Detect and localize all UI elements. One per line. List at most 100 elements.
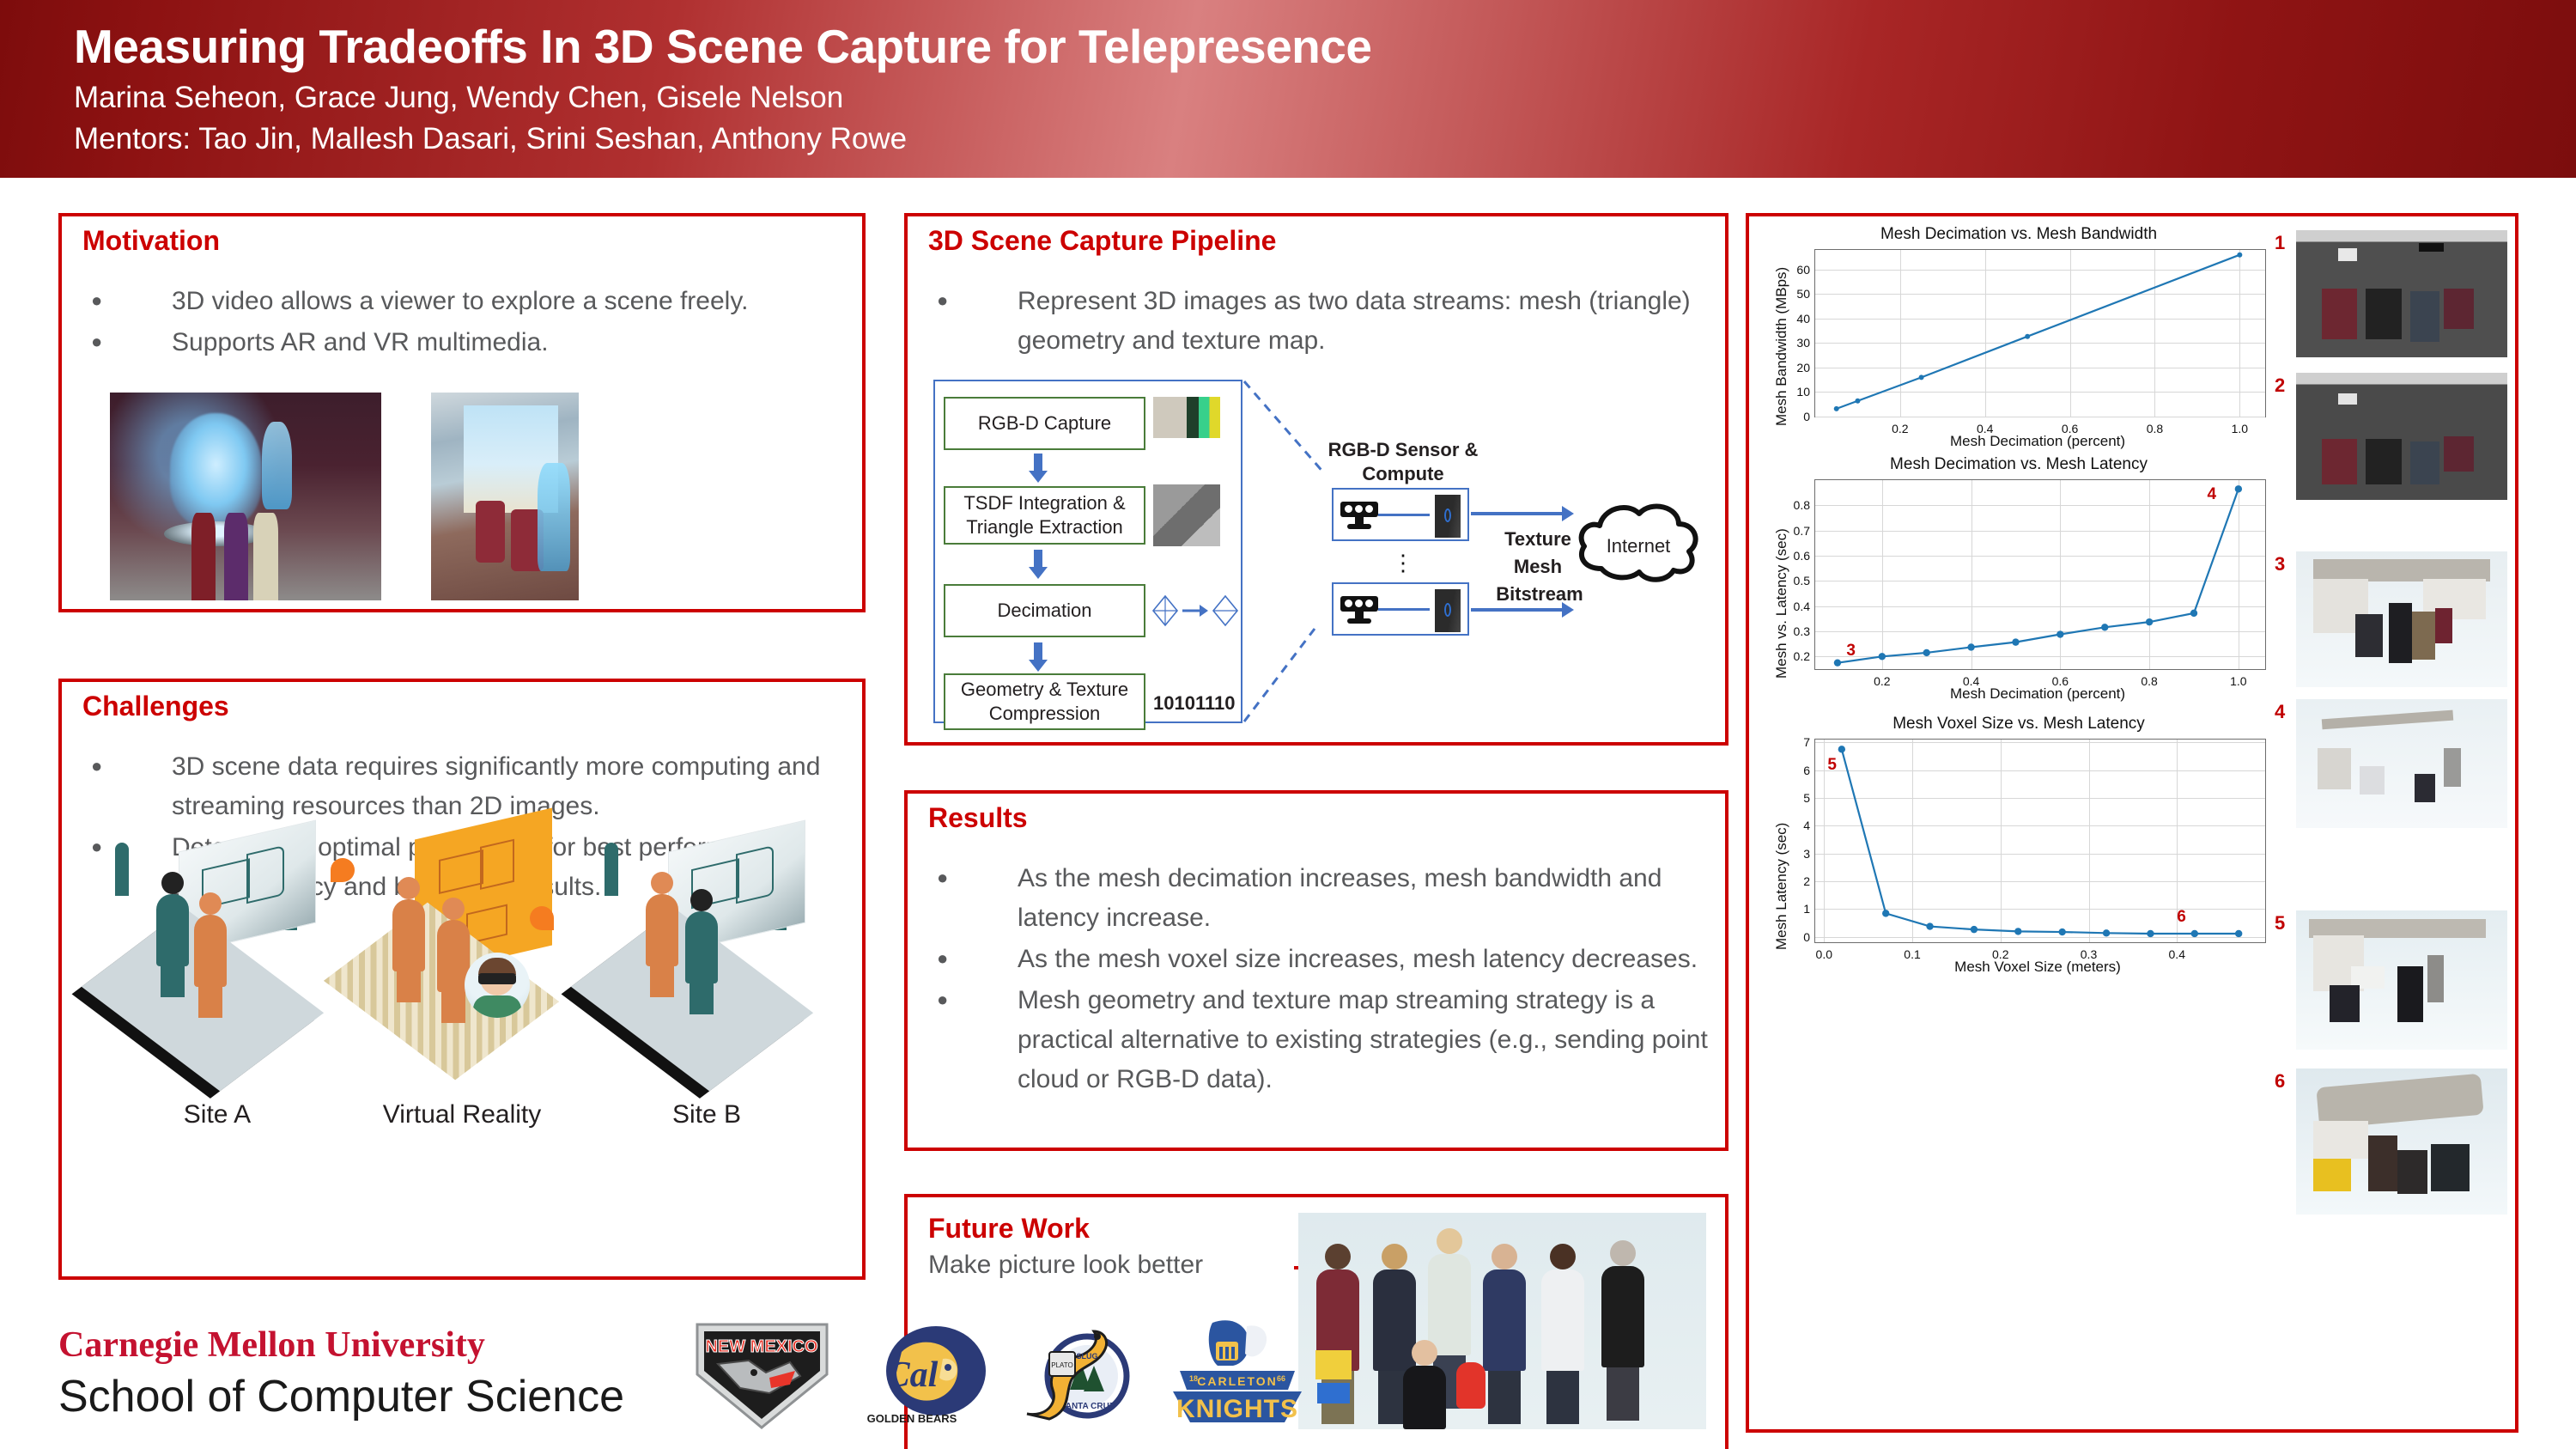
- screen-outline: [736, 845, 774, 904]
- poster-root: Measuring Tradeoffs In 3D Scene Capture …: [0, 0, 2576, 1449]
- y-axis-tick-label: 0.6: [1793, 549, 1810, 563]
- cmu-university-name: Carnegie Mellon University: [58, 1325, 485, 1365]
- prop-parrot: [1456, 1362, 1485, 1409]
- person-head: [398, 877, 420, 899]
- y-axis-tick-label: 3: [1803, 846, 1810, 861]
- mentor-list: Mentors: Tao Jin, Mallesh Dasari, Srini …: [74, 122, 908, 155]
- mesh-screenshot-1: [2296, 230, 2507, 357]
- uc-santa-cruz-banana-slugs-logo: SANTA CRUZ PLATO SLUG: [1012, 1318, 1149, 1433]
- mesh-screenshot-5: [2296, 910, 2507, 1050]
- chart-ylabel: Mesh Bandwidth (MBps): [1773, 266, 1789, 426]
- screenshot-number: 6: [2275, 1070, 2286, 1092]
- chart-title: Mesh Decimation vs. Mesh Bandwidth: [1880, 225, 2158, 243]
- pipeline-bullet-list: Represent 3D images as two data streams:…: [928, 281, 1710, 362]
- future-work-text: Make picture look better: [928, 1251, 1204, 1279]
- hologram-projector-base: [164, 521, 268, 547]
- carleton-knights-logo: CARLETON 18 66 KNIGHTS: [1164, 1314, 1310, 1433]
- svg-text:Cal: Cal: [886, 1355, 939, 1395]
- virtual-reality-illustration: Virtual Reality: [323, 807, 578, 1129]
- motivation-bullet-list: 3D video allows a viewer to explore a sc…: [82, 281, 847, 364]
- person-head: [690, 889, 713, 911]
- hologram-figure-large: [169, 413, 262, 528]
- svg-text:SANTA CRUZ: SANTA CRUZ: [1060, 1402, 1115, 1411]
- telepresence-diagram: Site A Virtual Reality Site B: [81, 807, 823, 1184]
- person-body: [194, 915, 227, 987]
- results-bullet-list: As the mesh decimation increases, mesh b…: [928, 858, 1710, 1101]
- chart-xlabel: Mesh Decimation (percent): [1949, 433, 2126, 449]
- person-teal: [683, 889, 720, 1014]
- y-axis-tick-label: 0: [1803, 410, 1810, 423]
- internet-label: Internet: [1606, 535, 1671, 557]
- list-item: 3D scene data requires significantly mor…: [82, 746, 847, 826]
- virtual-reality-label: Virtual Reality: [382, 1100, 542, 1129]
- page-title: Measuring Tradeoffs In 3D Scene Capture …: [74, 20, 1372, 73]
- person-teal: [155, 872, 191, 997]
- person-head: [442, 898, 465, 920]
- y-axis-tick-label: 6: [1803, 763, 1810, 777]
- vr-headset-avatar: [465, 953, 530, 1018]
- chart-annotation: 3: [1846, 642, 1856, 660]
- site-b-label: Site B: [671, 1100, 742, 1129]
- person-legs: [650, 966, 674, 997]
- mesh-screenshot-2: [2296, 373, 2507, 500]
- team-photo: [1298, 1213, 1706, 1429]
- y-axis-tick-label: 0.3: [1793, 624, 1810, 638]
- chart-ylabel: Mesh vs. Latency (sec): [1773, 528, 1789, 679]
- y-axis-tick-label: 50: [1796, 287, 1810, 301]
- person-legs: [690, 983, 714, 1014]
- y-axis-tick-label: 0.4: [1793, 599, 1810, 613]
- sensor-node-2: [1332, 582, 1469, 636]
- plot-area: 0 10 20 30 40 50 60 0.2 0.4 0.6 0.8 1.0: [1796, 249, 2266, 435]
- screen-outline: [246, 845, 284, 904]
- site-a-illustration: Site A: [81, 819, 333, 1129]
- person-legs: [198, 987, 222, 1018]
- chart-xlabel: Mesh Decimation (percent): [1949, 685, 2126, 702]
- svg-text:KNIGHTS: KNIGHTS: [1176, 1395, 1298, 1423]
- compute-server-icon: [1435, 495, 1461, 538]
- motivation-figure-group: [110, 393, 579, 600]
- mesh-screenshot-6: [2296, 1068, 2507, 1215]
- cmu-wordmark: Carnegie Mellon University School of Com…: [58, 1324, 624, 1422]
- compute-server-icon: [1435, 589, 1461, 632]
- hologram-chamber-image: [431, 393, 579, 600]
- person-body: [685, 911, 718, 983]
- pipeline-step-decimation: Decimation: [944, 584, 1145, 637]
- series-line: [1833, 485, 2243, 667]
- screenshot-number: 2: [2275, 374, 2286, 396]
- results-panel: Results As the mesh decimation increases…: [904, 790, 1728, 1151]
- chart-xlabel: Mesh Voxel Size (meters): [1954, 959, 2121, 975]
- y-axis-tick-label: 0.8: [1793, 498, 1810, 513]
- list-item: Supports AR and VR multimedia.: [82, 322, 847, 362]
- motivation-title: Motivation: [82, 225, 220, 256]
- y-axis-tick-label: 30: [1796, 336, 1810, 350]
- y-axis-tick-label: 1: [1803, 902, 1810, 916]
- person-body: [156, 894, 189, 966]
- pipeline-panel: 3D Scene Capture Pipeline Represent 3D i…: [904, 213, 1728, 746]
- tsdf-mesh-thumbnail: [1153, 484, 1220, 546]
- sensor-compute-label: RGB-D Sensor & Compute: [1327, 439, 1479, 484]
- svg-text:CARLETON: CARLETON: [1197, 1374, 1278, 1388]
- person-silhouette: [191, 513, 216, 600]
- screen-outline: [439, 849, 483, 895]
- y-axis-tick-label: 0.2: [1793, 649, 1810, 664]
- screenshot-number: 3: [2275, 553, 2286, 575]
- hologram-meeting-image: [110, 393, 381, 600]
- screenshot-number: 4: [2275, 701, 2286, 722]
- ellipsis-icon: ⋮: [1392, 550, 1416, 575]
- pipeline-title: 3D Scene Capture Pipeline: [928, 225, 1277, 256]
- svg-text:SLUG: SLUG: [1076, 1352, 1097, 1361]
- chart-mesh-decimation-bandwidth: Mesh Decimation vs. Mesh Bandwidth Mesh …: [1761, 225, 2276, 449]
- challenges-panel: Challenges 3D scene data requires signif…: [58, 679, 866, 1280]
- person-legs: [441, 992, 465, 1023]
- camera-pole-icon: [605, 843, 618, 896]
- cal-golden-bears-logo: Cal GOLDEN BEARS: [850, 1321, 992, 1433]
- y-axis-tick-label: 10: [1796, 385, 1810, 399]
- hologram-figure-small: [261, 421, 292, 509]
- person-orange: [435, 898, 471, 1023]
- results-title: Results: [928, 802, 1028, 833]
- mesh-screenshot-3: [2296, 551, 2507, 687]
- chair-blue: [1317, 1383, 1350, 1403]
- avatar-hair: [478, 958, 516, 975]
- person-body: [392, 899, 425, 971]
- person-legs: [161, 966, 185, 997]
